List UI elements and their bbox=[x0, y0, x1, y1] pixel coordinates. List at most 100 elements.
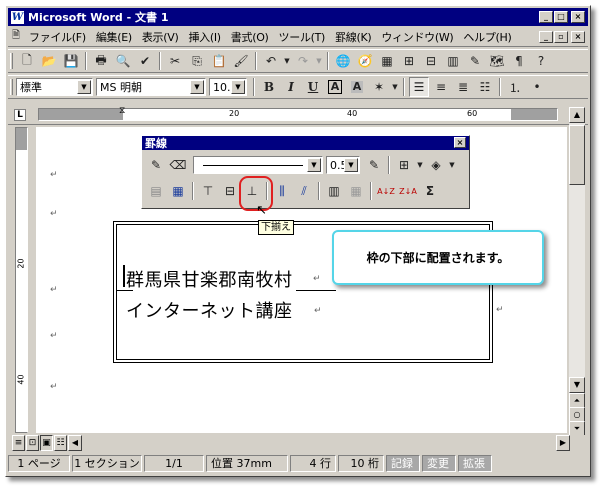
doc-line-1[interactable]: 群馬県甘楽郡南牧村 bbox=[126, 266, 293, 292]
doc-close-button[interactable]: × bbox=[571, 31, 585, 43]
document-icon[interactable]: 🗎 bbox=[9, 27, 23, 47]
scroll-thumb[interactable] bbox=[569, 125, 585, 185]
web-toolbar-icon[interactable]: 🧭 bbox=[355, 51, 375, 71]
scroll-right-icon[interactable]: ▶ bbox=[556, 435, 570, 451]
close-icon[interactable]: × bbox=[454, 137, 466, 148]
chevron-down-icon[interactable]: ▼ bbox=[416, 155, 424, 175]
scroll-up-icon[interactable]: ▲ bbox=[569, 107, 585, 123]
line-width-combo[interactable]: 0.5 ▼ bbox=[326, 156, 360, 174]
status-rec[interactable]: 記録 bbox=[386, 454, 420, 472]
horizontal-scrollbar[interactable]: ≡ ⊡ ▣ ☷ ◀ ▶ bbox=[8, 435, 588, 451]
undo-icon[interactable]: ↶ bbox=[261, 51, 281, 71]
chevron-down-icon[interactable]: ▼ bbox=[190, 80, 204, 94]
menu-view[interactable]: 表示(V) bbox=[137, 29, 184, 45]
font-combo[interactable]: MS 明朝 ▼ bbox=[96, 78, 206, 96]
redo-icon[interactable]: ↷ bbox=[293, 51, 313, 71]
toolbar-grip[interactable] bbox=[10, 53, 13, 69]
eraser-icon[interactable]: ⌫ bbox=[168, 155, 188, 175]
sort-ascending-icon[interactable]: A↓Z bbox=[376, 181, 396, 201]
drawing-icon[interactable]: ✎ bbox=[465, 51, 485, 71]
menu-help[interactable]: ヘルプ(H) bbox=[458, 29, 516, 45]
bold-button[interactable]: B bbox=[259, 77, 279, 97]
scroll-left-icon[interactable]: ◀ bbox=[68, 435, 82, 451]
underline-button[interactable]: U bbox=[303, 77, 323, 97]
align-justify-icon[interactable]: ☰ bbox=[409, 77, 429, 97]
open-folder-icon[interactable]: 📂 bbox=[39, 51, 59, 71]
font-size-combo[interactable]: 10.5 ▼ bbox=[209, 78, 247, 96]
show-hide-icon[interactable]: ¶ bbox=[509, 51, 529, 71]
doc-minimize-button[interactable]: _ bbox=[539, 31, 553, 43]
normal-view-icon[interactable]: ≡ bbox=[12, 435, 25, 451]
menu-file[interactable]: ファイル(F) bbox=[24, 29, 91, 45]
distribute-columns-icon[interactable]: ⫽ bbox=[294, 181, 314, 201]
maximize-button[interactable]: □ bbox=[554, 11, 568, 23]
cut-icon[interactable]: ✂ bbox=[165, 51, 185, 71]
sort-descending-icon[interactable]: Z↓A bbox=[398, 181, 418, 201]
columns-icon[interactable]: ▥ bbox=[443, 51, 463, 71]
doc-line-2[interactable]: インターネット講座 bbox=[126, 297, 293, 323]
char-border-button[interactable]: A bbox=[325, 77, 345, 97]
status-trk[interactable]: 変更 bbox=[422, 454, 456, 472]
style-combo[interactable]: 標準 ▼ bbox=[16, 78, 93, 96]
ruler-bar[interactable]: 20 40 60 ⧖ bbox=[38, 106, 558, 121]
char-shading-button[interactable]: A bbox=[347, 77, 367, 97]
line-style-combo[interactable]: ▼ bbox=[193, 156, 323, 174]
chevron-down-icon[interactable]: ▼ bbox=[344, 158, 358, 172]
autosum-icon[interactable]: Σ bbox=[420, 181, 440, 201]
doc-restore-button[interactable]: ▫ bbox=[554, 31, 568, 43]
print-preview-icon[interactable]: 🔍 bbox=[113, 51, 133, 71]
split-cells-icon[interactable]: ▦ bbox=[168, 181, 188, 201]
distribute-icon[interactable]: ☷ bbox=[475, 77, 495, 97]
bullets-icon[interactable]: • bbox=[527, 77, 547, 97]
vertical-scrollbar[interactable]: ▲ ▼ ⏶ ○ ⏷ bbox=[569, 107, 585, 437]
print-icon[interactable]: 🖶 bbox=[91, 51, 111, 71]
spelling-icon[interactable]: ✔ bbox=[135, 51, 155, 71]
minimize-button[interactable]: _ bbox=[539, 11, 553, 23]
document-map-icon[interactable]: 🗺 bbox=[487, 51, 507, 71]
redo-dropdown-icon[interactable]: ▼ bbox=[315, 51, 323, 71]
chevron-down-icon[interactable]: ▼ bbox=[77, 80, 91, 94]
print-layout-icon[interactable]: ▣ bbox=[40, 435, 53, 451]
web-layout-icon[interactable]: ⊡ bbox=[26, 435, 39, 451]
shading-color-icon[interactable]: ◈ bbox=[426, 155, 446, 175]
menu-table[interactable]: 罫線(K) bbox=[330, 29, 376, 45]
outside-border-icon[interactable]: ⊞ bbox=[394, 155, 414, 175]
new-document-icon[interactable]: 🗋 bbox=[17, 51, 37, 71]
numbering-icon[interactable]: ⒈ bbox=[505, 77, 525, 97]
insert-table-icon[interactable]: ⊞ bbox=[399, 51, 419, 71]
table-autoformat-icon[interactable]: ▥ bbox=[324, 181, 344, 201]
draw-table-icon[interactable]: ✎ bbox=[146, 155, 166, 175]
align-middle-icon[interactable]: ⊟ bbox=[220, 181, 240, 201]
toolbar-grip[interactable] bbox=[10, 79, 13, 95]
copy-icon[interactable]: ⎘ bbox=[187, 51, 207, 71]
chevron-down-icon[interactable]: ▼ bbox=[391, 77, 399, 97]
chevron-down-icon[interactable]: ▼ bbox=[448, 155, 456, 175]
format-painter-icon[interactable]: 🖌 bbox=[231, 51, 251, 71]
distribute-rows-icon[interactable]: ⫼ bbox=[272, 181, 292, 201]
menu-tools[interactable]: ツール(T) bbox=[274, 29, 331, 45]
menu-insert[interactable]: 挿入(I) bbox=[183, 29, 225, 45]
hyperlink-icon[interactable]: 🌐 bbox=[333, 51, 353, 71]
align-right-icon[interactable]: ≣ bbox=[453, 77, 473, 97]
indent-marker-icon[interactable]: ⧖ bbox=[119, 106, 125, 116]
italic-button[interactable]: I bbox=[281, 77, 301, 97]
align-top-icon[interactable]: ⊤ bbox=[198, 181, 218, 201]
outline-view-icon[interactable]: ☷ bbox=[54, 435, 67, 451]
insert-excel-icon[interactable]: ⊟ bbox=[421, 51, 441, 71]
border-color-icon[interactable]: ✎ bbox=[364, 155, 384, 175]
menu-format[interactable]: 書式(O) bbox=[226, 29, 274, 45]
undo-dropdown-icon[interactable]: ▼ bbox=[283, 51, 291, 71]
save-icon[interactable]: 💾 bbox=[61, 51, 81, 71]
office-assistant-icon[interactable]: ? bbox=[531, 51, 551, 71]
text-effects-icon[interactable]: ✶ bbox=[369, 77, 389, 97]
chevron-down-icon[interactable]: ▼ bbox=[231, 80, 245, 94]
scroll-down-icon[interactable]: ▼ bbox=[569, 377, 585, 393]
paste-icon[interactable]: 📋 bbox=[209, 51, 229, 71]
status-ext[interactable]: 拡張 bbox=[458, 454, 492, 472]
tab-selector-icon[interactable]: L bbox=[14, 109, 26, 121]
tables-borders-icon[interactable]: ▦ bbox=[377, 51, 397, 71]
menu-window[interactable]: ウィンドウ(W) bbox=[376, 29, 458, 45]
close-button[interactable]: × bbox=[571, 11, 585, 23]
merge-cells-icon[interactable]: ▤ bbox=[146, 181, 166, 201]
menu-edit[interactable]: 編集(E) bbox=[91, 29, 137, 45]
